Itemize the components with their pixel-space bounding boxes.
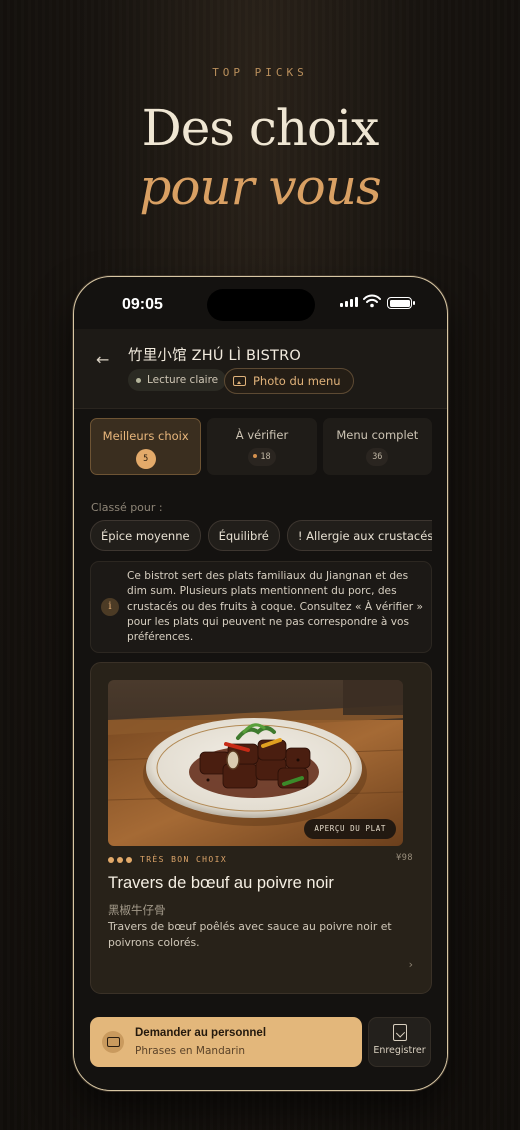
- preference-chips: Épice moyenne Équilibré ! Allergie aux c…: [90, 520, 432, 551]
- hero-subtitle: pour vous: [139, 158, 381, 216]
- dish-preview-tag: APERÇU DU PLAT: [304, 819, 396, 839]
- save-button[interactable]: Enregistrer: [368, 1017, 431, 1067]
- ask-staff-title: Demander au personnel: [135, 1027, 267, 1039]
- info-icon: i: [101, 598, 119, 616]
- battery-icon: [387, 297, 415, 309]
- dish-rating: TRÈS BON CHOIX: [108, 855, 227, 864]
- dynamic-island: [207, 289, 315, 321]
- tab-count-badge: 36: [366, 448, 389, 466]
- menu-photo-button[interactable]: Photo du menu: [224, 368, 354, 394]
- hero: TOP PICKS Des choix pour vous: [0, 66, 520, 215]
- dish-price: ¥98: [396, 853, 413, 863]
- save-document-icon: [392, 1024, 407, 1041]
- chip-shellfish-allergy[interactable]: ! Allergie aux crustacés et coquillages: [286, 520, 432, 551]
- info-banner: i Ce bistrot sert des plats familiaux du…: [90, 561, 432, 653]
- wifi-icon: [363, 294, 381, 308]
- status-bar: 09:05: [74, 277, 447, 327]
- status-time: 09:05: [122, 296, 163, 313]
- rating-label: TRÈS BON CHOIX: [140, 855, 228, 864]
- chat-bubble-icon: [102, 1031, 124, 1053]
- tab-count-badge: 18: [248, 448, 276, 466]
- warning-dot-icon: [253, 454, 258, 458]
- info-text: Ce bistrot sert des plats familiaux du J…: [127, 570, 423, 644]
- tab-full-menu[interactable]: Menu complet 36: [322, 418, 432, 475]
- status-dot-icon: [136, 377, 141, 383]
- rating-dot-icon: [126, 856, 132, 863]
- back-arrow-icon[interactable]: ←: [96, 350, 109, 369]
- reading-mode-toggle[interactable]: Lecture claire: [128, 369, 227, 391]
- signal-icon: [340, 297, 358, 307]
- tab-to-check[interactable]: À vérifier 18: [207, 418, 317, 475]
- tab-label: Meilleurs choix: [102, 429, 189, 443]
- rating-dot-icon: [117, 856, 123, 863]
- restaurant-name: 竹里小馆 ZHÚ LÌ BISTRO: [128, 348, 302, 364]
- ranked-for-label: Classé pour :: [91, 501, 163, 514]
- ask-staff-button[interactable]: Demander au personnel Phrases en Mandari…: [90, 1017, 362, 1067]
- bottom-action-bar: Demander au personnel Phrases en Mandari…: [74, 1005, 447, 1090]
- menu-photo-label: Photo du menu: [253, 374, 341, 388]
- tab-count-badge: 5: [135, 449, 156, 469]
- save-label: Enregistrer: [373, 1045, 426, 1056]
- filter-tabs: Meilleurs choix 5 À vérifier 18 Menu com…: [90, 418, 432, 475]
- dish-image: APERÇU DU PLAT: [108, 680, 403, 846]
- chip-spice-level[interactable]: Épice moyenne: [90, 520, 201, 551]
- rating-dot-icon: [108, 856, 114, 863]
- hero-title: Des choix: [141, 99, 380, 157]
- tab-label: Menu complet: [336, 428, 419, 442]
- chip-balanced[interactable]: Équilibré: [207, 520, 280, 551]
- restaurant-header: ← 竹里小馆 ZHÚ LÌ BISTRO Lecture claire Phot…: [74, 329, 447, 409]
- chevron-right-icon[interactable]: ›: [409, 958, 413, 971]
- dish-description: Travers de bœuf poêlés avec sauce au poi…: [108, 920, 392, 949]
- phone-frame: 09:05 ← 竹里小馆 ZHÚ LÌ BISTRO Lecture clair…: [73, 276, 448, 1091]
- tab-count: 18: [260, 452, 271, 462]
- dish-name-chinese: 黑椒牛仔骨: [108, 903, 166, 917]
- dish-card[interactable]: APERÇU DU PLAT TRÈS BON CHOIX ¥98 Traver…: [90, 662, 432, 994]
- tab-top-picks[interactable]: Meilleurs choix 5: [90, 418, 202, 475]
- tab-label: À vérifier: [235, 428, 289, 442]
- photo-icon: [233, 376, 246, 386]
- hero-eyebrow: TOP PICKS: [212, 66, 308, 79]
- ask-staff-subtitle: Phrases en Mandarin: [135, 1045, 246, 1057]
- reading-mode-label: Lecture claire: [147, 374, 219, 386]
- dish-name: Travers de bœuf au poivre noir: [108, 874, 334, 892]
